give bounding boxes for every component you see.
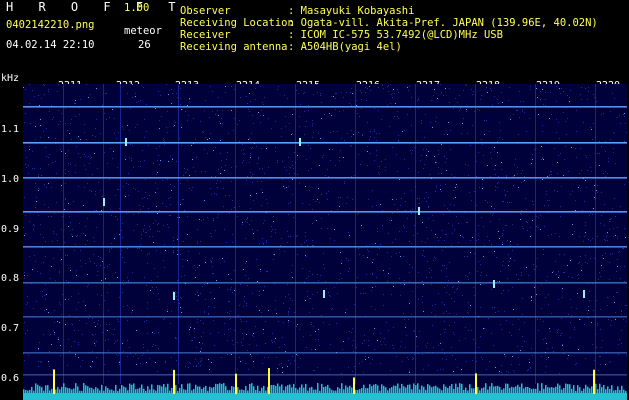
y-tick-1-1: 1.1 [1, 124, 20, 135]
meteor-count: 26 [138, 39, 151, 51]
noise-layer [23, 84, 627, 374]
y-tick-0-8: 0.8 [1, 273, 20, 284]
meteor-echoes [103, 138, 585, 300]
y-axis-unit: kHz [1, 73, 20, 84]
antenna-label: Receiving antenna [180, 41, 288, 53]
meteor-label: meteor [124, 25, 162, 37]
spectrogram-plot [23, 84, 627, 400]
datetime: 04.02.14 22:10 [6, 39, 95, 51]
app-title: H R O F F T [6, 0, 185, 14]
file-name: 0402142210.png [6, 19, 95, 31]
power-trace [23, 368, 627, 400]
time-gridlines [63, 84, 596, 384]
y-tick-0-6: 0.6 [1, 373, 20, 384]
spectrogram-image [23, 84, 627, 400]
y-tick-0-7: 0.7 [1, 323, 20, 334]
signal-lines [23, 106, 627, 376]
app-version: 1.00 [124, 2, 150, 14]
antenna-value: : A504HB(yagi 4el) [288, 41, 402, 53]
y-tick-0-9: 0.9 [1, 224, 20, 235]
y-tick-1-0: 1.0 [1, 174, 20, 185]
